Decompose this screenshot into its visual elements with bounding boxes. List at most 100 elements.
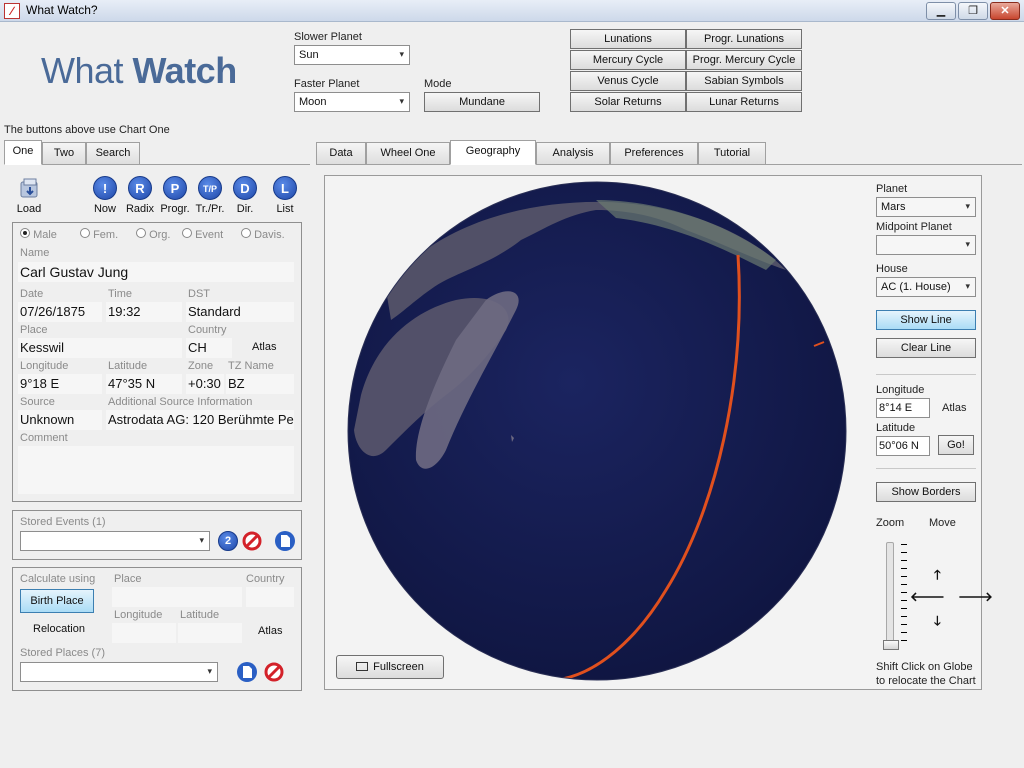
stored-events-select[interactable] [20, 531, 210, 551]
solar-returns-button[interactable]: Solar Returns [570, 92, 686, 112]
zone-field[interactable]: +0:30 [186, 374, 224, 394]
radix-icon[interactable]: R [128, 176, 152, 200]
calc-latitude-field[interactable] [178, 623, 242, 643]
fullscreen-icon [356, 662, 369, 671]
tab-one[interactable]: One [4, 140, 42, 165]
geo-latitude-label: Latitude [876, 422, 916, 434]
relocate-hint-1: Shift Click on Globe [876, 661, 973, 673]
dst-field[interactable]: Standard [186, 302, 294, 322]
show-line-button[interactable]: Show Line [876, 310, 976, 330]
maximize-button[interactable]: ❐ [958, 2, 988, 20]
midpoint-select[interactable] [876, 235, 976, 255]
geo-latitude-field[interactable]: 50°06 N [876, 436, 930, 456]
house-select[interactable]: AC (1. House) [876, 277, 976, 297]
house-label: House [876, 263, 908, 275]
tab-two[interactable]: Two [42, 142, 86, 164]
radio-davis[interactable] [241, 228, 251, 238]
progr-lunations-button[interactable]: Progr. Lunations [686, 29, 802, 49]
birth-place-button[interactable]: Birth Place [20, 589, 94, 613]
directions-icon[interactable]: D [233, 176, 257, 200]
load-icon[interactable] [18, 177, 42, 201]
delete-place-icon[interactable] [263, 661, 285, 686]
divider-2 [876, 468, 976, 469]
delete-event-icon[interactable] [241, 530, 263, 555]
atlas-link[interactable]: Atlas [252, 341, 276, 353]
tab-search[interactable]: Search [86, 142, 140, 164]
time-field[interactable]: 19:32 [106, 302, 182, 322]
close-button[interactable]: ✕ [990, 2, 1020, 20]
country-field[interactable]: CH [186, 338, 232, 358]
longitude-field[interactable]: 9°18 E [18, 374, 102, 394]
progr-label: Progr. [160, 203, 190, 215]
lunations-button[interactable]: Lunations [570, 29, 686, 49]
venus-cycle-button[interactable]: Venus Cycle [570, 71, 686, 91]
now-icon[interactable]: ! [93, 176, 117, 200]
geo-atlas-link[interactable]: Atlas [942, 402, 966, 414]
progr-icon[interactable]: P [163, 176, 187, 200]
name-field[interactable]: Carl Gustav Jung [18, 262, 294, 282]
planet-label: Planet [876, 183, 908, 195]
calc-country-label: Country [246, 573, 285, 585]
calc-place-field[interactable] [112, 587, 242, 607]
place-field[interactable]: Kesswil [18, 338, 182, 358]
radio-fem[interactable] [80, 228, 90, 238]
calc-country-field[interactable] [246, 587, 294, 607]
two-icon[interactable]: 2 [218, 531, 238, 551]
tab-geography[interactable]: Geography [450, 140, 536, 165]
move-down-icon[interactable]: 🡓 [934, 612, 941, 634]
progr-mercury-cycle-button[interactable]: Progr. Mercury Cycle [686, 50, 802, 70]
left-tab-line [4, 164, 310, 165]
minimize-button[interactable]: ▁ [926, 2, 956, 20]
tab-preferences[interactable]: Preferences [610, 142, 698, 164]
stored-places-select[interactable] [20, 662, 218, 682]
tz-field[interactable]: BZ [226, 374, 294, 394]
mode-button[interactable]: Mundane [424, 92, 540, 112]
comment-field[interactable] [18, 446, 294, 494]
buttons-hint: The buttons above use Chart One [4, 124, 170, 136]
tab-data[interactable]: Data [316, 142, 366, 164]
tab-analysis[interactable]: Analysis [536, 142, 610, 164]
radio-male[interactable] [20, 228, 30, 238]
tab-wheel-one[interactable]: Wheel One [366, 142, 450, 164]
tab-tutorial[interactable]: Tutorial [698, 142, 766, 164]
transit-progr-label: Tr./Pr. [195, 203, 225, 215]
lunar-returns-button[interactable]: Lunar Returns [686, 92, 802, 112]
date-field[interactable]: 07/26/1875 [18, 302, 102, 322]
radio-male-label: Male [33, 229, 57, 241]
add-source-field[interactable]: Astrodata AG: 120 Berühmte Pe [106, 410, 294, 430]
radio-org-wrap: Org. [136, 228, 170, 241]
latitude-label: Latitude [108, 360, 148, 372]
mercury-cycle-button[interactable]: Mercury Cycle [570, 50, 686, 70]
calc-atlas-link[interactable]: Atlas [258, 625, 282, 637]
new-place-icon[interactable] [236, 661, 258, 686]
calc-longitude-field[interactable] [112, 623, 176, 643]
transit-progr-icon[interactable]: T/P [198, 176, 222, 200]
radio-event[interactable] [182, 228, 192, 238]
now-label: Now [93, 203, 116, 215]
sabian-symbols-button[interactable]: Sabian Symbols [686, 71, 802, 91]
move-right-icon[interactable]: 🡒 [958, 589, 993, 605]
move-up-icon[interactable]: 🡑 [934, 566, 941, 588]
move-left-icon[interactable]: 🡐 [910, 589, 945, 605]
app-icon: ∕ [4, 3, 20, 19]
source-field[interactable]: Unknown [18, 410, 102, 430]
zoom-thumb[interactable] [883, 640, 899, 650]
faster-planet-select[interactable]: Moon [294, 92, 410, 112]
go-button[interactable]: Go! [938, 435, 974, 455]
radio-davis-wrap: Davis. [241, 228, 285, 241]
fullscreen-button[interactable]: Fullscreen [336, 655, 444, 679]
relocation-label[interactable]: Relocation [33, 623, 85, 635]
slower-planet-select[interactable]: Sun [294, 45, 410, 65]
radio-org-label: Org. [149, 229, 171, 241]
new-event-icon[interactable] [274, 530, 296, 555]
zoom-track[interactable] [886, 542, 894, 650]
clear-line-button[interactable]: Clear Line [876, 338, 976, 358]
show-borders-button[interactable]: Show Borders [876, 482, 976, 502]
list-icon[interactable]: L [273, 176, 297, 200]
planet-select[interactable]: Mars [876, 197, 976, 217]
radio-org[interactable] [136, 228, 146, 238]
geo-longitude-field[interactable]: 8°14 E [876, 398, 930, 418]
globe[interactable] [346, 180, 848, 682]
latitude-field[interactable]: 47°35 N [106, 374, 182, 394]
tz-label: TZ Name [228, 360, 274, 372]
